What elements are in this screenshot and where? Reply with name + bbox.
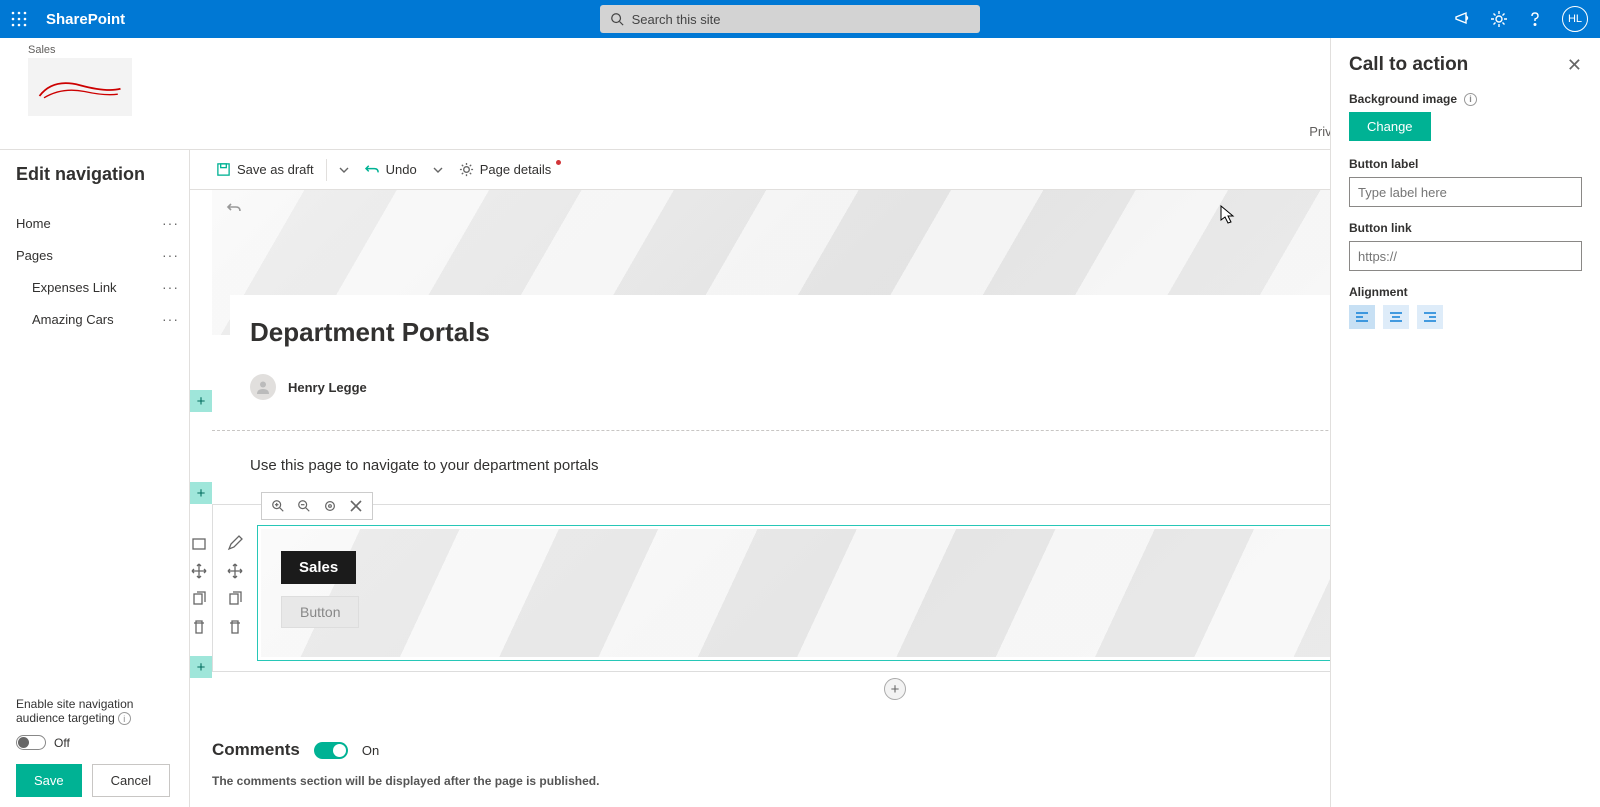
undo-button[interactable]: Undo	[357, 162, 425, 177]
close-pane-button[interactable]: ✕	[1567, 55, 1582, 76]
nav-cancel-button[interactable]: Cancel	[92, 764, 170, 797]
save-draft-button[interactable]: Save as draft	[208, 162, 322, 177]
author-name: Henry Legge	[288, 380, 367, 395]
comments-toggle-state: On	[362, 743, 379, 758]
delete-icon[interactable]	[227, 619, 243, 635]
megaphone-icon[interactable]	[1454, 10, 1472, 28]
cta-button-placeholder[interactable]: Button	[281, 596, 359, 628]
remove-image-icon[interactable]	[344, 494, 368, 518]
add-section-button[interactable]: +	[190, 482, 212, 504]
site-logo[interactable]	[28, 58, 132, 116]
cta-title-chip[interactable]: Sales	[281, 551, 356, 584]
site-name: Sales	[28, 44, 136, 56]
add-webpart-button[interactable]: +	[884, 678, 906, 700]
app-launcher-icon[interactable]	[0, 0, 38, 38]
move-icon[interactable]	[227, 563, 243, 579]
alignment-label: Alignment	[1349, 285, 1582, 299]
more-icon[interactable]: ···	[162, 311, 179, 327]
help-icon[interactable]	[1526, 10, 1544, 28]
focal-point-icon[interactable]	[318, 494, 342, 518]
button-label-label: Button label	[1349, 157, 1582, 171]
add-section-button[interactable]: +	[190, 390, 212, 412]
audience-toggle-state: Off	[54, 736, 70, 750]
page-details-button[interactable]: Page details	[451, 162, 560, 177]
suite-bar: SharePoint Search this site HL	[0, 0, 1600, 38]
audience-toggle[interactable]	[16, 735, 46, 750]
gear-icon	[459, 162, 474, 177]
gear-icon[interactable]	[1490, 10, 1508, 28]
nav-item-pages[interactable]: Pages···	[16, 239, 179, 271]
audience-targeting-label: Enable site navigation audience targetin…	[16, 697, 179, 726]
delete-icon[interactable]	[191, 619, 207, 635]
notification-dot-icon	[556, 160, 561, 165]
add-section-button[interactable]: +	[190, 656, 212, 678]
align-right-button[interactable]	[1417, 305, 1443, 329]
more-icon[interactable]: ···	[162, 215, 179, 231]
brand-label[interactable]: SharePoint	[46, 11, 125, 28]
nav-save-button[interactable]: Save	[16, 764, 82, 797]
edit-icon[interactable]	[191, 535, 207, 551]
property-pane: Call to action ✕ Background imagei Chang…	[1330, 38, 1600, 807]
align-left-button[interactable]	[1349, 305, 1375, 329]
comments-heading: Comments	[212, 740, 300, 760]
author-avatar-icon	[250, 374, 276, 400]
undo-icon	[365, 162, 380, 177]
button-link-label: Button link	[1349, 221, 1582, 235]
search-icon	[610, 12, 624, 26]
search-input[interactable]: Search this site	[600, 5, 980, 33]
info-icon[interactable]: i	[118, 712, 131, 725]
chevron-down-icon	[433, 165, 443, 175]
button-link-input[interactable]	[1349, 241, 1582, 271]
zoom-out-icon[interactable]	[292, 494, 316, 518]
more-icon[interactable]: ···	[162, 247, 179, 263]
comments-toggle[interactable]	[314, 742, 348, 759]
info-icon[interactable]: i	[1464, 93, 1477, 106]
chevron-down-icon	[339, 165, 349, 175]
change-image-button[interactable]: Change	[1349, 112, 1431, 141]
hero-undo-icon[interactable]	[226, 200, 242, 221]
more-icon[interactable]: ···	[162, 279, 179, 295]
nav-item-expenses[interactable]: Expenses Link···	[16, 271, 179, 303]
user-avatar[interactable]: HL	[1562, 6, 1588, 32]
undo-chevron[interactable]	[425, 165, 451, 175]
nav-item-home[interactable]: Home···	[16, 207, 179, 239]
edit-navigation-panel: Edit navigation Home··· Pages··· Expense…	[0, 150, 190, 807]
webpart-image-toolbar	[261, 492, 373, 520]
duplicate-icon[interactable]	[191, 591, 207, 607]
zoom-in-icon[interactable]	[266, 494, 290, 518]
nav-item-amazing-cars[interactable]: Amazing Cars···	[16, 303, 179, 335]
bg-image-label: Background imagei	[1349, 92, 1582, 106]
save-icon	[216, 162, 231, 177]
nav-panel-title: Edit navigation	[16, 164, 179, 185]
pane-title: Call to action	[1349, 54, 1468, 76]
move-icon[interactable]	[191, 563, 207, 579]
duplicate-icon[interactable]	[227, 591, 243, 607]
search-placeholder: Search this site	[632, 12, 721, 27]
pencil-icon[interactable]	[227, 535, 243, 551]
align-center-button[interactable]	[1383, 305, 1409, 329]
save-draft-chevron[interactable]	[331, 165, 357, 175]
button-label-input[interactable]	[1349, 177, 1582, 207]
